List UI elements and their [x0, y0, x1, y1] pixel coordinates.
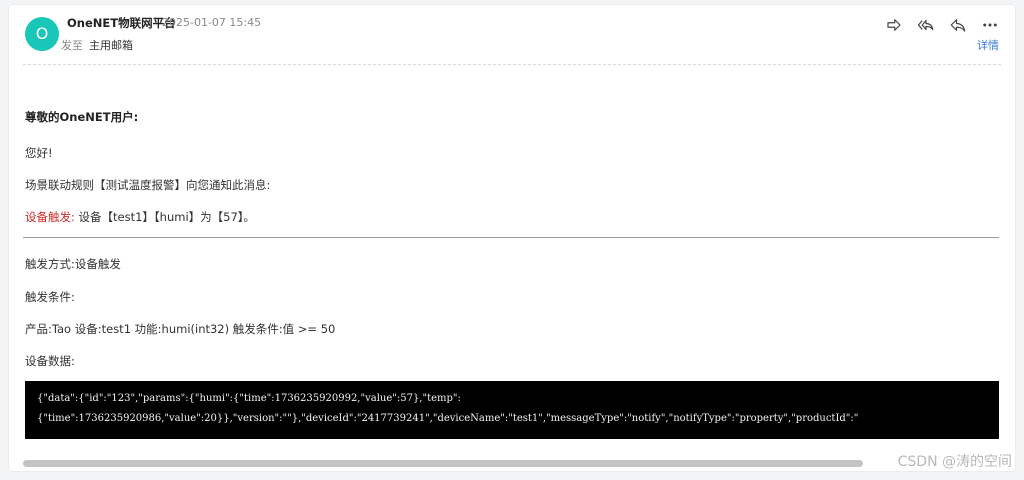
- email-actions: [883, 15, 1001, 35]
- product-line: 产品:Tao 设备:test1 功能:humi(int32) 触发条件:值 >=…: [25, 322, 336, 336]
- greeting-title: 尊敬的OneNET用户:: [25, 110, 139, 124]
- avatar: O: [25, 17, 59, 51]
- email-card: O OneNET物联网平台 2025-01-07 15:45 发至 主用邮箱 详…: [8, 4, 1016, 472]
- section-divider: [23, 237, 999, 238]
- watermark: CSDN @涛的空间: [897, 454, 1012, 470]
- code-line-1: {"data":{"id":"123","params":{"humi":{"t…: [37, 393, 461, 404]
- reply-icon[interactable]: [947, 15, 969, 35]
- rule-notice: 场景联动规则【测试温度报警】向您通知此消息:: [25, 178, 271, 192]
- more-icon[interactable]: [979, 15, 1001, 35]
- device-data-code: {"data":{"id":"123","params":{"humi":{"t…: [25, 381, 999, 439]
- reply-all-icon[interactable]: [915, 15, 937, 35]
- sender-name[interactable]: OneNET物联网平台: [67, 15, 176, 31]
- trigger-line: 设备触发: 设备【test1】【humi】为【57】。: [25, 209, 255, 225]
- greeting-hello: 您好!: [25, 146, 53, 160]
- device-data-label: 设备数据:: [25, 354, 75, 368]
- trigger-label: 设备触发:: [25, 210, 75, 224]
- horizontal-scrollbar[interactable]: [23, 460, 863, 467]
- to-label: 发至: [61, 39, 83, 52]
- code-line-2: {"time":1736235920986,"value":20}},"vers…: [37, 413, 859, 424]
- trigger-text: 设备【test1】【humi】为【57】。: [78, 210, 256, 224]
- trigger-condition: 触发条件:: [25, 290, 75, 304]
- details-link[interactable]: 详情: [977, 37, 999, 53]
- to-mailbox: 主用邮箱: [89, 39, 133, 52]
- header-divider: [23, 64, 1001, 65]
- trigger-method: 触发方式:设备触发: [25, 257, 121, 271]
- forward-icon[interactable]: [883, 15, 905, 35]
- email-date: 2025-01-07 15:45: [162, 16, 262, 29]
